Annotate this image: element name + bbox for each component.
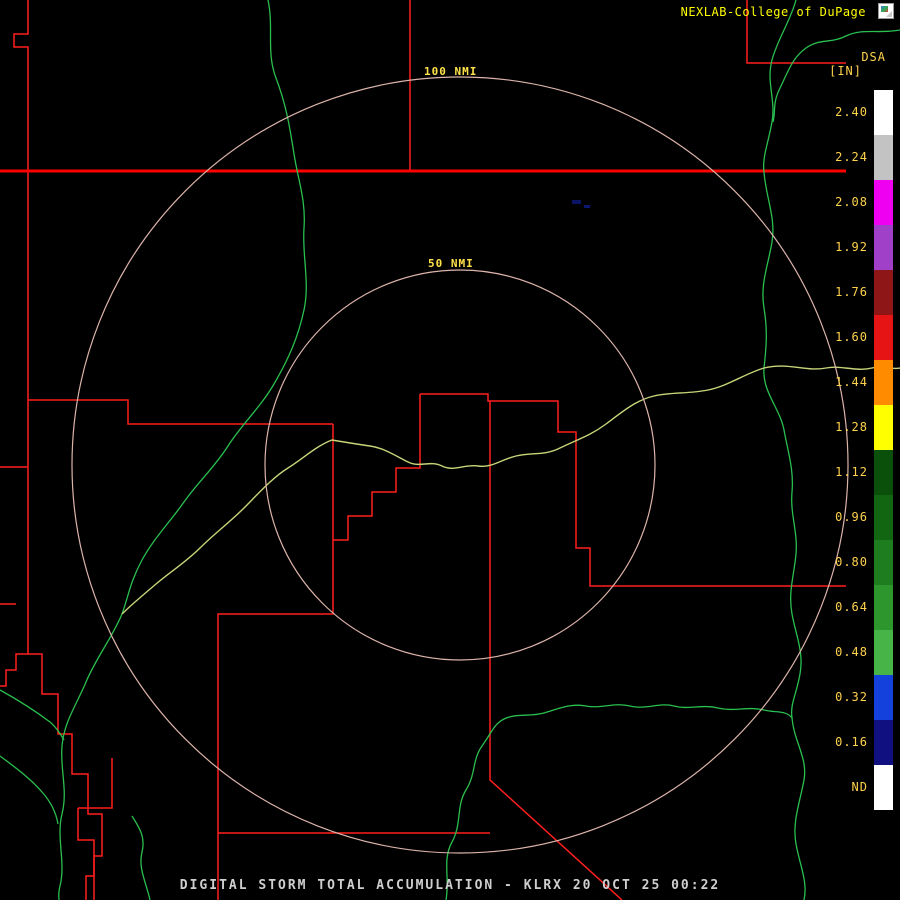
broken-image-icon — [878, 3, 894, 19]
product-caption: DIGITAL STORM TOTAL ACCUMULATION - KLRX … — [179, 878, 721, 893]
legend-value-1.44: 1.44 — [835, 375, 868, 389]
legend-value-1.92: 1.92 — [835, 240, 868, 254]
range-ring-label-100nmi: 100 NMI — [424, 65, 478, 78]
legend-value-ND: ND — [851, 780, 868, 794]
legend-value-0.80: 0.80 — [835, 555, 868, 569]
legend-value-2.08: 2.08 — [835, 195, 868, 209]
legend-value-0.96: 0.96 — [835, 510, 868, 524]
legend-swatch-1.44 — [874, 360, 893, 405]
legend-swatch-1.60 — [874, 315, 893, 360]
range-rings — [71, 76, 849, 854]
legend-swatch-2.24 — [874, 135, 893, 180]
legend-value-1.76: 1.76 — [835, 285, 868, 299]
radar-display: NEXLAB-College of DuPage 100 NMI 50 NMI … — [0, 0, 900, 900]
legend-value-1.60: 1.60 — [835, 330, 868, 344]
logo-tear-corner — [886, 11, 892, 17]
legend-value-0.32: 0.32 — [835, 690, 868, 704]
legend-swatch-0.16 — [874, 720, 893, 765]
legend-swatch-1.28 — [874, 405, 893, 450]
range-ring-50nmi — [264, 269, 656, 661]
legend-swatch-0.32 — [874, 675, 893, 720]
legend-swatch-1.76 — [874, 270, 893, 315]
legend-value-0.64: 0.64 — [835, 600, 868, 614]
range-ring-100nmi — [71, 76, 849, 854]
legend-swatch-2.40 — [874, 90, 893, 135]
rivers — [0, 0, 900, 900]
legend-swatch-0.80 — [874, 540, 893, 585]
county-boundaries — [0, 0, 846, 900]
legend-swatch-0.64 — [874, 585, 893, 630]
legend-swatch-0.48 — [874, 630, 893, 675]
legend-product-label: DSA — [861, 50, 886, 64]
attribution: NEXLAB-College of DuPage — [680, 5, 866, 19]
legend-swatch-2.08 — [874, 180, 893, 225]
legend-value-2.24: 2.24 — [835, 150, 868, 164]
legend-value-1.12: 1.12 — [835, 465, 868, 479]
legend-swatch-1.12 — [874, 450, 893, 495]
radar-map — [0, 0, 900, 900]
legend-value-1.28: 1.28 — [835, 420, 868, 434]
legend-swatch-ND — [874, 765, 893, 810]
main-river — [121, 365, 900, 615]
legend-swatch-0.96 — [874, 495, 893, 540]
legend-value-0.48: 0.48 — [835, 645, 868, 659]
legend-units-label: [IN] — [829, 64, 862, 78]
range-ring-label-50nmi: 50 NMI — [428, 257, 474, 270]
legend-swatch-1.92 — [874, 225, 893, 270]
radar-echo — [572, 200, 590, 208]
legend-value-2.40: 2.40 — [835, 105, 868, 119]
legend-value-0.16: 0.16 — [835, 735, 868, 749]
